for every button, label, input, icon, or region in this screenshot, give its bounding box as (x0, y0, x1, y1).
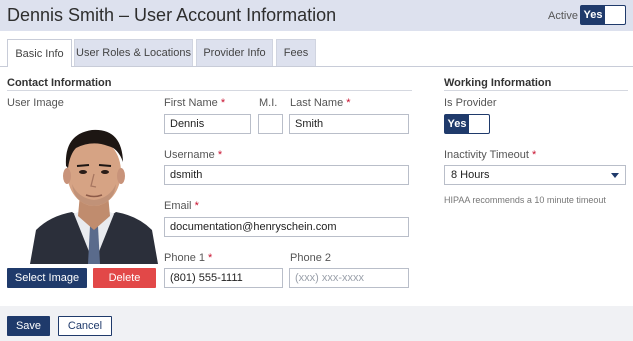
delete-image-button[interactable]: Delete (93, 268, 156, 288)
inactivity-timeout-select[interactable]: 8 Hours (444, 165, 626, 185)
first-name-field[interactable]: Dennis (164, 114, 251, 134)
required-marker: * (220, 97, 226, 109)
user-image (30, 118, 158, 264)
mi-field[interactable] (258, 114, 283, 134)
username-field[interactable]: dsmith (164, 165, 409, 185)
last-name-field[interactable]: Smith (289, 114, 409, 134)
select-image-button[interactable]: Select Image (7, 268, 87, 288)
is-provider-toggle[interactable]: Yes (444, 114, 490, 134)
required-marker: * (532, 149, 537, 161)
cancel-button[interactable]: Cancel (58, 316, 112, 336)
inactivity-timeout-value: 8 Hours (451, 169, 490, 181)
save-button[interactable]: Save (7, 316, 50, 336)
working-section-rule (444, 90, 628, 91)
last-name-label: Last Name * (290, 97, 351, 109)
required-marker: * (217, 149, 223, 161)
email-label-text: Email (164, 200, 192, 212)
email-field[interactable]: documentation@henryschein.com (164, 217, 409, 237)
chevron-down-icon (611, 172, 619, 178)
tab-divider (0, 66, 633, 67)
tab-provider-info[interactable]: Provider Info (196, 39, 273, 66)
phone2-field[interactable]: (xxx) xxx-xxxx (289, 268, 409, 288)
active-toggle-label: Yes (581, 6, 605, 24)
phone2-label: Phone 2 (290, 252, 331, 264)
last-name-label-text: Last Name (290, 97, 344, 109)
is-provider-toggle-off (469, 115, 489, 133)
active-toggle-off (605, 6, 625, 24)
user-image-label: User Image (7, 97, 64, 109)
required-marker: * (208, 252, 213, 264)
active-toggle[interactable]: Yes (580, 5, 626, 25)
active-label: Active (548, 10, 578, 22)
is-provider-label: Is Provider (444, 97, 497, 109)
tab-fees[interactable]: Fees (276, 39, 316, 66)
required-marker: * (346, 97, 351, 109)
username-label: Username * (164, 149, 222, 161)
page-title: Dennis Smith – User Account Information (7, 5, 337, 25)
inactivity-timeout-label: Inactivity Timeout * (444, 149, 536, 161)
mi-label: M.I. (259, 97, 278, 109)
tab-basic-info[interactable]: Basic Info (7, 39, 72, 67)
page-header: Dennis Smith – User Account Information … (0, 0, 633, 31)
inactivity-timeout-label-text: Inactivity Timeout (444, 149, 529, 161)
tab-user-roles-locations[interactable]: User Roles & Locations (74, 39, 193, 66)
required-marker: * (194, 200, 199, 212)
contact-section-title: Contact Information (7, 77, 112, 89)
phone1-field[interactable]: (801) 555-1111 (164, 268, 283, 288)
is-provider-toggle-label: Yes (445, 115, 469, 133)
username-label-text: Username (164, 149, 215, 161)
hipaa-hint: HIPAA recommends a 10 minute timeout (444, 195, 606, 205)
contact-section-rule (7, 90, 412, 91)
first-name-label: First Name * (164, 97, 225, 109)
email-label: Email * (164, 200, 199, 212)
phone1-label-text: Phone 1 (164, 252, 205, 264)
first-name-label-text: First Name (164, 97, 218, 109)
working-section-title: Working Information (444, 77, 552, 89)
phone1-label: Phone 1 * (164, 252, 212, 264)
